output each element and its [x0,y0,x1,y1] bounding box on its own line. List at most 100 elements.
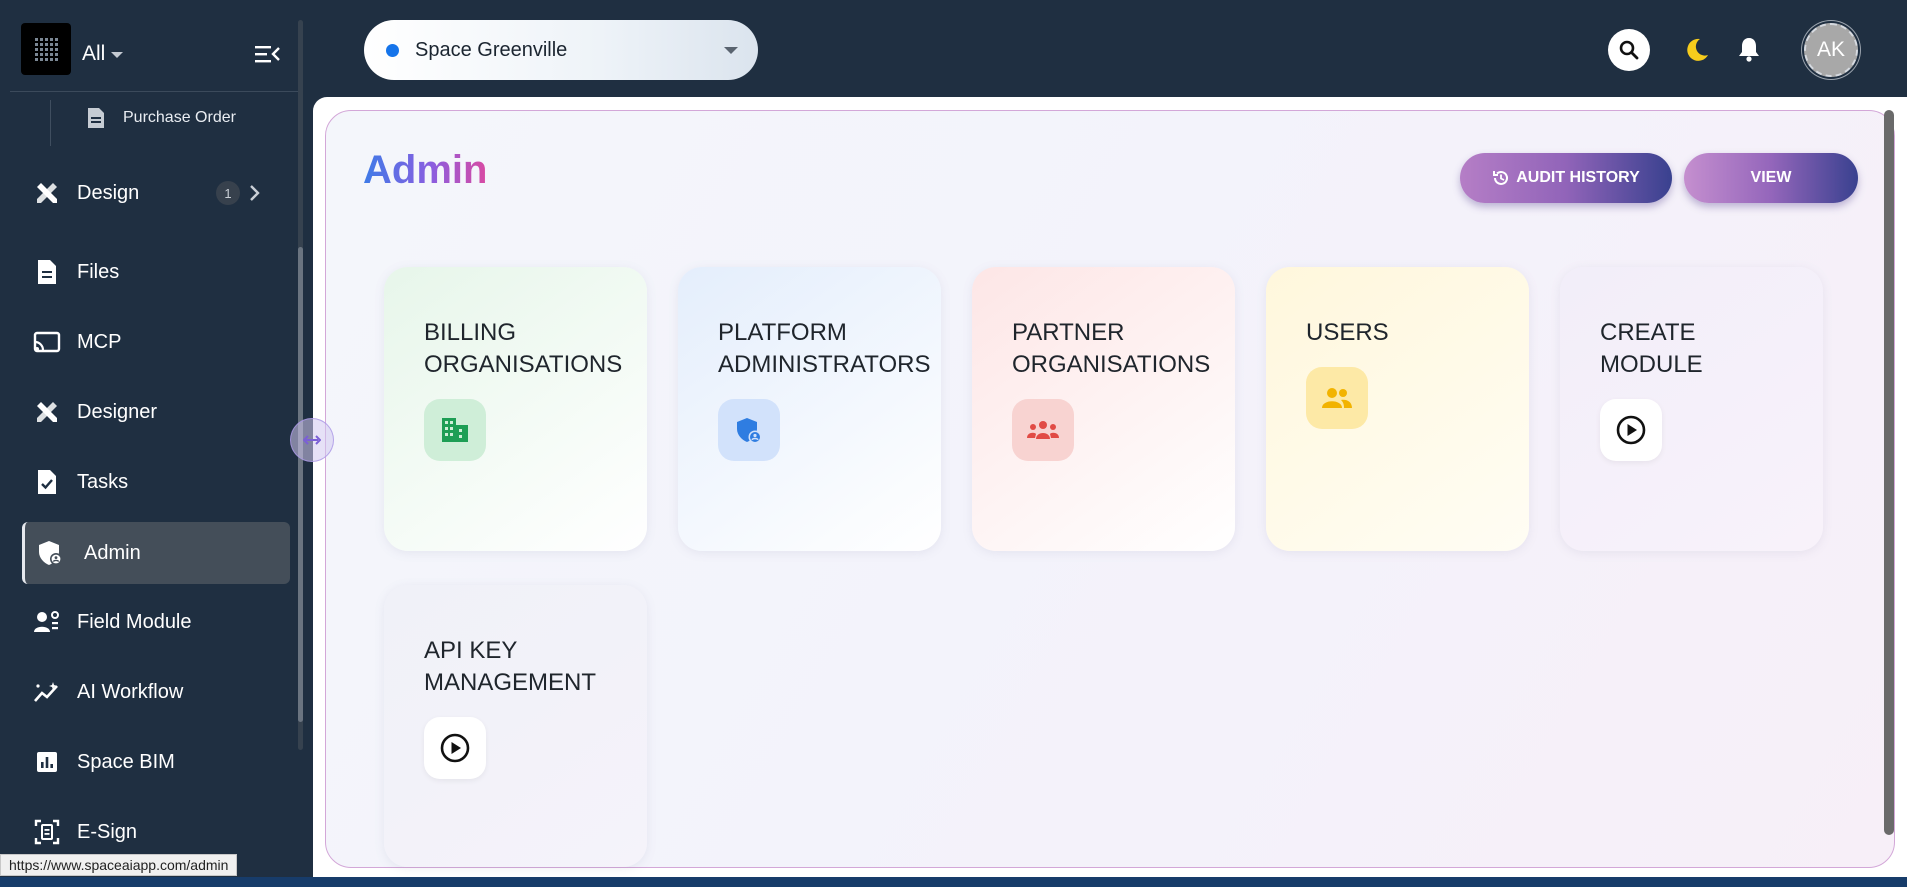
notifications-button[interactable] [1733,33,1765,65]
file-icon [33,258,61,286]
card-title-line: API KEY [424,637,518,664]
card-title: CREATE MODULE [1600,317,1820,381]
building-icon [442,418,468,442]
card-partner-organisations[interactable]: PARTNER ORGANISATIONS [972,267,1235,551]
card-title-line: ADMINISTRATORS [718,351,931,378]
view-label: VIEW [1750,169,1792,186]
card-icon-box [1012,399,1074,461]
sidebar-scrollbar-thumb[interactable] [298,247,303,722]
os-taskbar [0,877,1907,887]
bar-chart-icon [33,748,61,776]
sidebar-item-design[interactable]: Design 1 [22,162,290,224]
task-icon [33,468,61,496]
card-icon-box [424,717,486,779]
sidebar-item-mcp[interactable]: MCP [22,311,290,373]
card-users[interactable]: USERS [1266,267,1529,551]
card-title-line: MODULE [1600,351,1703,378]
chevron-right-icon [250,185,260,201]
design-tools-icon [33,179,61,207]
workspace-dropdown[interactable]: All [82,42,124,66]
sidebar-item-designer[interactable]: Designer [22,381,290,443]
play-circle-icon [440,733,470,763]
menu-collapse-icon [255,46,280,63]
sidebar-subitem-label: Purchase Order [123,109,236,126]
top-bar: All Space Greenville AK [0,0,1907,98]
submenu-guide-line [50,100,51,146]
users-icon [1322,388,1352,408]
moon-icon [1687,38,1708,61]
sidebar-item-label: Space BIM [77,750,175,773]
workspace-label: All [82,42,106,65]
page-title: Admin [363,148,488,192]
audit-history-button[interactable]: AUDIT HISTORY [1460,153,1672,203]
caret-down-icon [724,47,738,54]
app-logo[interactable] [21,23,71,75]
sidebar-item-label: Files [77,260,120,283]
sidebar-resize-handle[interactable] [290,418,334,462]
admin-shield-icon [737,418,762,444]
avatar-initials: AK [1816,38,1845,61]
card-title: BILLING ORGANISATIONS [424,317,644,381]
card-title: PARTNER ORGANISATIONS [1012,317,1232,381]
field-users-icon [33,608,61,636]
esign-icon [33,818,61,846]
card-billing-organisations[interactable]: BILLING ORGANISATIONS [384,267,647,551]
user-avatar[interactable]: AK [1804,23,1858,77]
sidebar-item-label: MCP [77,330,122,353]
card-title-line: USERS [1306,319,1389,346]
theme-toggle-button[interactable] [1680,34,1712,66]
group-icon [1027,421,1059,439]
card-icon-box [1600,399,1662,461]
grid-logo-icon [34,37,58,61]
card-title-line: MANAGEMENT [424,669,597,696]
history-icon [1493,170,1509,185]
resize-arrows-icon [303,435,321,445]
card-icon-box [424,399,486,461]
count-badge: 1 [216,181,240,205]
space-selector[interactable]: Space Greenville [364,20,758,80]
bell-icon [1739,38,1759,62]
view-button[interactable]: VIEW [1684,153,1858,203]
sidebar-item-field-module[interactable]: Field Module [22,591,290,653]
card-title-line: ORGANISATIONS [424,351,623,378]
search-icon [1619,40,1639,60]
sidebar-item-label: Designer [77,400,158,423]
audit-history-label: AUDIT HISTORY [1516,169,1640,186]
card-create-module[interactable]: CREATE MODULE [1560,267,1823,551]
sidebar-item-label: Admin [84,541,141,564]
sidebar-item-label: Field Module [77,610,192,633]
card-platform-administrators[interactable]: PLATFORM ADMINISTRATORS [678,267,941,551]
card-title: API KEY MANAGEMENT [424,635,644,699]
search-button[interactable] [1608,29,1650,71]
space-label: Space Greenville [415,38,568,61]
card-title-line: ORGANISATIONS [1012,351,1211,378]
card-title: USERS [1306,317,1526,349]
card-icon-box [718,399,780,461]
sidebar-item-label: Design [77,181,140,204]
admin-shield-icon [36,539,64,567]
status-url-tooltip: https://www.spaceaiapp.com/admin [0,854,238,876]
card-title-line: PARTNER [1012,319,1125,346]
collapse-sidebar-button[interactable] [252,42,282,66]
workflow-icon [33,678,61,706]
status-dot-icon [386,43,399,57]
card-icon-box [1306,367,1368,429]
card-title-line: CREATE [1600,319,1696,346]
card-title: PLATFORM ADMINISTRATORS [718,317,938,381]
sidebar-item-ai-workflow[interactable]: AI Workflow [22,661,290,723]
sidebar-subitem-purchase-order[interactable]: Purchase Order [85,106,236,130]
caret-down-icon [111,52,124,58]
sidebar-item-space-bim[interactable]: Space BIM [22,731,290,793]
sidebar-item-files[interactable]: Files [22,241,290,303]
sidebar-item-label: E-Sign [77,820,138,843]
main-scrollbar[interactable] [1884,110,1894,835]
card-api-key-management[interactable]: API KEY MANAGEMENT [384,585,647,867]
document-icon [88,108,104,128]
design-tools-icon [33,398,61,426]
play-circle-icon [1616,415,1646,445]
sidebar-divider [10,91,302,92]
sidebar-item-tasks[interactable]: Tasks [22,451,290,513]
sidebar-item-admin[interactable]: Admin [22,522,290,584]
sidebar-item-label: AI Workflow [77,680,184,703]
card-title-line: BILLING [424,319,517,346]
